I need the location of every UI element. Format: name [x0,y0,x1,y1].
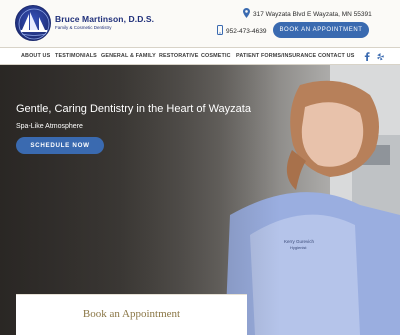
site-header: Bruce Martinson, D.D.S. Family & Cosmeti… [0,0,400,47]
nav-item-general-family[interactable]: GENERAL & FAMILY [101,53,156,59]
nav-item-restorative[interactable]: RESTORATIVE [159,53,199,59]
phone-icon [217,25,223,37]
nav-item-testimonials[interactable]: TESTIMONIALS [55,53,97,59]
main-nav: ABOUT US TESTIMONIALS GENERAL & FAMILY R… [0,47,400,65]
hero-subtitle: Spa-Like Atmosphere [16,123,83,130]
facebook-icon[interactable] [362,51,372,61]
hero-title: Gentle, Caring Dentistry in the Heart of… [16,103,251,115]
card-title: Book an Appointment [82,308,181,320]
logo-icon[interactable] [15,5,51,41]
nav-item-about-us[interactable]: ABOUT US [21,53,50,59]
nav-item-contact-us[interactable]: CONTACT US [318,53,354,59]
address[interactable]: 317 Wayzata Blvd E Wayzata, MN 55391 [243,8,372,20]
phone-text: 952-473-4639 [226,27,267,35]
logo-subtitle: Family & Cosmetic Dentistry [55,25,112,30]
book-appointment-card: Book an Appointment [16,294,247,335]
nav-item-cosmetic[interactable]: COSMETIC [201,53,231,59]
address-text: 317 Wayzata Blvd E Wayzata, MN 55391 [253,10,372,18]
yelp-icon[interactable] [375,51,385,61]
map-pin-icon [243,8,250,20]
schedule-now-button[interactable]: SCHEDULE NOW [16,137,104,154]
nav-item-patient-forms[interactable]: PATIENT FORMS/INSURANCE [236,53,316,59]
phone[interactable]: 952-473-4639 [217,25,266,37]
logo-name[interactable]: Bruce Martinson, D.D.S. [55,14,154,24]
book-appointment-button[interactable]: BOOK AN APPOINTMENT [273,22,369,38]
